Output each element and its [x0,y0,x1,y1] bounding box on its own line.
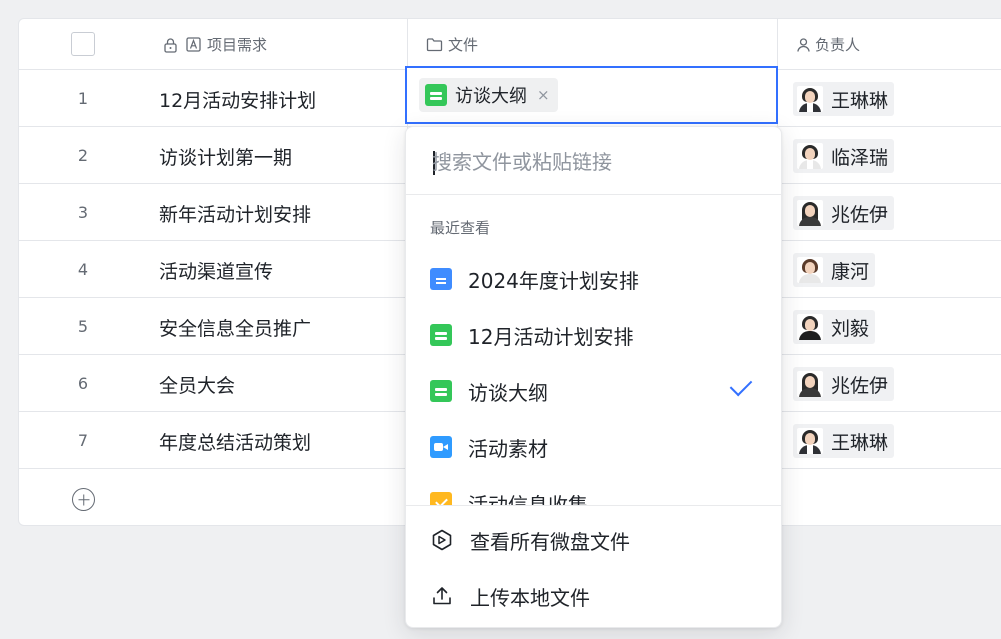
owner-tag[interactable]: 临泽瑞 [793,139,895,173]
avatar [797,371,823,397]
upload-icon [430,584,454,608]
owner-name: 兆佐伊 [831,203,889,226]
file-cell-editor[interactable]: 访谈大纲 × [405,66,778,124]
avatar [797,314,823,340]
owner-name: 王琳琳 [831,89,889,112]
avatar [797,143,823,169]
recent-file-list[interactable]: 2024年度计划安排 12月活动计划安排 访谈大纲 活动素材 活动信息收集 [406,251,781,505]
owner-name: 王琳琳 [831,431,889,454]
avatar [797,86,823,112]
owner-tag[interactable]: 兆佐伊 [793,367,895,401]
video-icon [430,436,452,458]
view-all-files-label: 查看所有微盘文件 [470,529,630,554]
column-header-file[interactable]: 文件 [426,19,478,70]
table-header: 项目需求 文件 负责人 [19,19,1001,70]
list-item[interactable]: 活动信息收集 [406,475,781,505]
owner-tag[interactable]: 兆佐伊 [793,196,895,230]
row-number: 6 [77,374,89,393]
row-number: 5 [77,317,89,336]
column-header-name[interactable]: 项目需求 [163,19,267,70]
lock-icon [163,37,178,53]
row-number: 1 [77,89,89,108]
row-name[interactable]: 年度总结活动策划 [159,428,311,455]
column-header-owner-label: 负责人 [815,36,861,54]
upload-local-file-button[interactable]: 上传本地文件 [406,568,781,624]
form-icon [430,492,452,505]
search-input[interactable] [432,145,752,179]
column-header-owner[interactable]: 负责人 [796,19,860,70]
recent-section-title: 最近查看 [430,219,491,237]
owner-name: 康河 [831,260,870,283]
owner-tag[interactable]: 王琳琳 [793,82,895,116]
remove-file-button[interactable]: × [537,86,550,104]
sheet-icon [430,324,452,346]
column-header-file-label: 文件 [448,36,479,54]
avatar [797,257,823,283]
drive-icon [430,528,454,552]
text-type-icon [186,37,201,52]
file-picker-dropdown: 最近查看 2024年度计划安排 12月活动计划安排 访谈大纲 活动素材 活动信息… [405,126,782,628]
list-item-label: 活动信息收集 [468,492,588,506]
owner-name: 兆佐伊 [831,374,889,397]
sheet-icon [425,84,447,106]
row-name[interactable]: 活动渠道宣传 [159,257,273,284]
list-item-label: 2024年度计划安排 [468,268,639,293]
avatar [797,428,823,454]
row-name[interactable]: 全员大会 [159,371,235,398]
person-icon [796,37,811,53]
column-header-name-label: 项目需求 [207,36,268,54]
owner-name: 临泽瑞 [831,146,889,169]
row-name[interactable]: 新年活动计划安排 [159,200,311,227]
select-all-checkbox[interactable] [71,32,95,56]
row-name[interactable]: 安全信息全员推广 [159,314,311,341]
doc-icon [430,268,452,290]
list-item[interactable]: 12月活动计划安排 [406,307,781,363]
owner-tag[interactable]: 康河 [793,253,876,287]
row-name[interactable]: 12月活动安排计划 [159,86,316,113]
file-chip-label: 访谈大纲 [455,86,527,107]
list-item-label: 访谈大纲 [468,380,548,405]
folder-icon [426,37,443,52]
search-area [406,127,781,195]
owner-tag[interactable]: 王琳琳 [793,424,895,458]
list-item[interactable]: 活动素材 [406,419,781,475]
list-item[interactable]: 访谈大纲 [406,363,781,419]
dropdown-footer: 查看所有微盘文件 上传本地文件 [406,505,781,627]
sheet-icon [430,380,452,402]
owner-tag[interactable]: 刘毅 [793,310,876,344]
list-item-label: 活动素材 [468,436,548,461]
list-item[interactable]: 2024年度计划安排 [406,251,781,307]
list-item-label: 12月活动计划安排 [468,324,634,349]
owner-name: 刘毅 [831,317,870,340]
row-number: 4 [77,260,89,279]
row-number: 3 [77,203,89,222]
add-row-button[interactable] [72,488,95,511]
row-number: 2 [77,146,89,165]
file-chip[interactable]: 访谈大纲 × [419,78,558,112]
upload-local-file-label: 上传本地文件 [470,585,590,610]
avatar [797,200,823,226]
view-all-files-button[interactable]: 查看所有微盘文件 [406,512,781,568]
checkmark-icon [729,373,753,397]
row-number: 7 [77,431,89,450]
row-name[interactable]: 访谈计划第一期 [159,143,292,170]
